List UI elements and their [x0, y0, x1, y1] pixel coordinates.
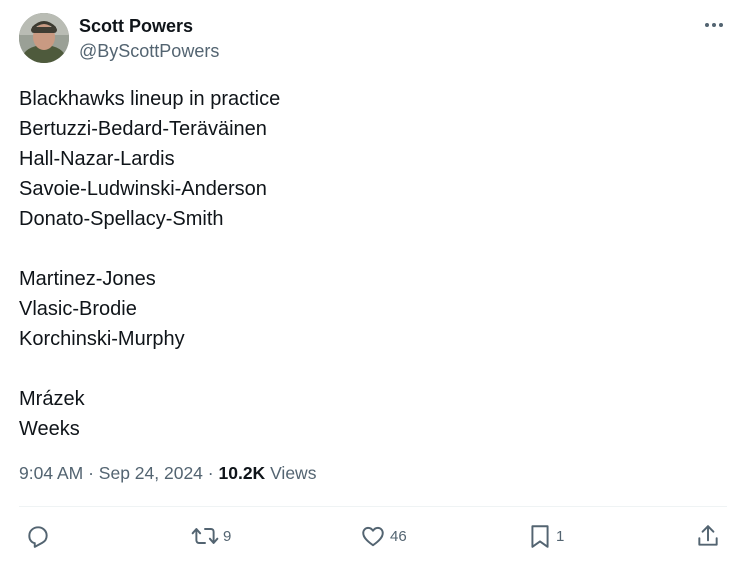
tweet-line: Mrázek [19, 388, 85, 410]
tweet-line: Bertuzzi-Bedard-Teräväinen [19, 118, 267, 140]
tweet-line: Korchinski-Murphy [19, 328, 185, 350]
share-button[interactable] [695, 522, 721, 550]
tweet-line: Savoie-Ludwinski-Anderson [19, 178, 267, 200]
reply-button[interactable] [25, 522, 51, 550]
meta-separator: · [207, 463, 214, 483]
divider [19, 506, 727, 507]
tweet-line: Donato-Spellacy-Smith [19, 208, 224, 230]
tweet-time[interactable]: 9:04 AM [19, 463, 83, 483]
bookmark-button[interactable]: 1 [528, 522, 564, 550]
avatar-photo [19, 13, 69, 63]
share-icon [698, 525, 718, 546]
retweet-button[interactable]: 9 [191, 522, 231, 550]
tweet-line: Weeks [19, 418, 80, 440]
tweet-line: Vlasic-Brodie [19, 298, 137, 320]
meta-separator: · [88, 463, 94, 483]
tweet-card: Scott Powers @ByScottPowers Blackhawks l… [0, 0, 746, 566]
more-options-button[interactable] [700, 14, 728, 36]
heart-icon [362, 526, 384, 547]
retweet-count: 9 [223, 527, 232, 545]
tweet-meta: 9:04 AM · Sep 24, 2024 · 10.2K Views [19, 462, 316, 484]
tweet-line: Martinez-Jones [19, 268, 156, 290]
like-button[interactable]: 46 [360, 522, 407, 550]
like-count: 46 [390, 527, 407, 545]
views-count[interactable]: 10.2K [219, 463, 266, 483]
bookmark-count: 1 [556, 527, 565, 545]
author-handle[interactable]: @ByScottPowers [79, 40, 219, 62]
avatar[interactable] [19, 13, 69, 63]
more-icon [705, 23, 723, 27]
retweet-icon [191, 528, 219, 544]
reply-icon [28, 526, 48, 548]
author-name[interactable]: Scott Powers [79, 15, 193, 37]
tweet-line: Hall-Nazar-Lardis [19, 148, 175, 170]
tweet-text: Blackhawks lineup in practice Bertuzzi-B… [19, 84, 719, 444]
tweet-date[interactable]: Sep 24, 2024 [99, 463, 203, 483]
bookmark-icon [531, 525, 549, 548]
tweet-line: Blackhawks lineup in practice [19, 88, 281, 110]
views-label: Views [270, 463, 317, 483]
